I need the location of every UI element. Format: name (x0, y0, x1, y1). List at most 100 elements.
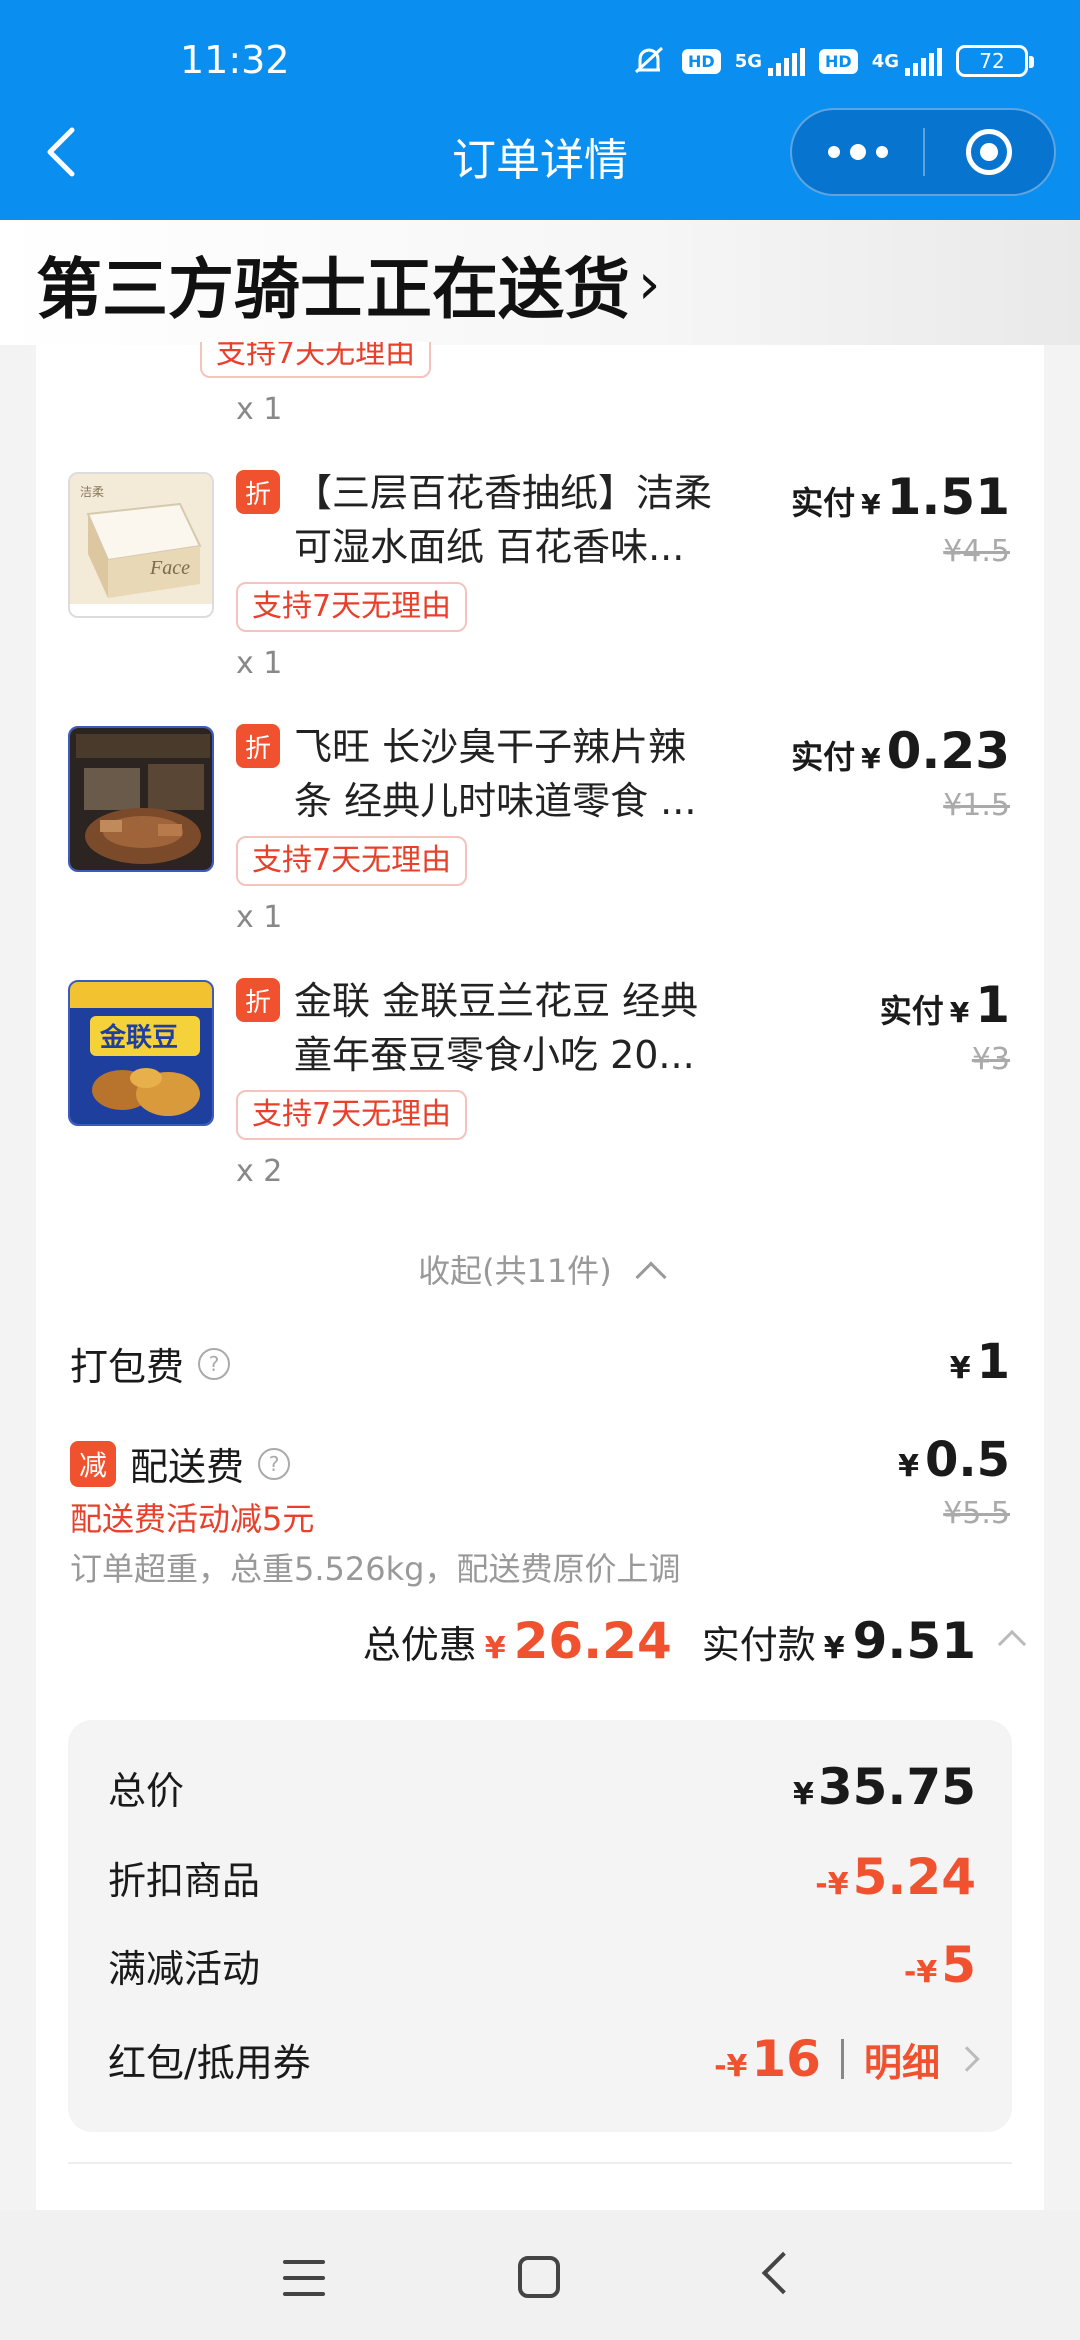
question-icon[interactable]: ? (198, 1347, 231, 1380)
question-icon[interactable]: ? (258, 1447, 291, 1480)
return-policy-tag: 支持7天无理由 (236, 836, 468, 886)
product-image-tissue[interactable]: Face 洁柔 (68, 472, 214, 618)
discount-badge: 折 (236, 724, 280, 768)
price-value: 1 (975, 976, 1010, 1034)
price-summary-box: 总价 ¥ 35.75 折扣商品 -¥ 5.24 满减活动 -¥ 5 红包/抵用券… (68, 1720, 1012, 2132)
svg-text:金联豆: 金联豆 (99, 1022, 178, 1053)
full-reduction-amount: -¥ 5 (904, 1936, 976, 1994)
status-icons: HD 5G HD 4G 72 (630, 36, 1034, 86)
item-quantity: x 1 (236, 646, 283, 681)
delivery-fee-row: 减 配送费 ? (70, 1436, 291, 1491)
total-discount-label: 总优惠 (362, 1623, 477, 1667)
discount-badge: 折 (236, 978, 280, 1022)
product-title[interactable]: 金联 金联豆兰花豆 经典童年蚕豆零食小吃 20... (294, 974, 724, 1082)
currency-symbol: -¥ (903, 1955, 938, 1990)
packing-fee-amount: ¥ 1 (950, 1334, 1010, 1390)
original-price: ¥3 (971, 1042, 1010, 1077)
status-time: 11:32 (180, 38, 290, 82)
original-price: ¥4.5 (943, 534, 1010, 569)
summary-coupon-row: 红包/抵用券 -¥ 16 明细 (108, 2024, 980, 2094)
collapse-items-button[interactable]: 收起(共11件) (0, 1246, 1080, 1293)
hd-icon-2: HD (819, 48, 858, 74)
network-5g-label: 5G (734, 50, 763, 72)
currency-symbol: ¥ (949, 1351, 971, 1386)
network-4g-label: 4G (871, 50, 899, 72)
delivery-fee-label: 配送费 (130, 1445, 245, 1489)
paid-label: 实付 (879, 992, 944, 1030)
price-value: 0.23 (886, 722, 1010, 780)
signal-icon (768, 46, 806, 76)
reduction-badge: 减 (70, 1440, 116, 1487)
delivery-original-price: ¥5.5 (943, 1496, 1010, 1531)
packing-fee-row: 打包费 ? (70, 1336, 231, 1391)
back-icon[interactable] (761, 2251, 805, 2295)
home-icon[interactable] (518, 2256, 560, 2298)
summary-total-amount: ¥ 35.75 (793, 1758, 976, 1816)
product-title[interactable]: 【三层百花香抽纸】洁柔可湿水面纸 百花香味... (294, 466, 724, 574)
close-target-icon[interactable] (925, 108, 1054, 196)
delivery-fee-value: 0.5 (924, 1432, 1010, 1488)
item-quantity: x 1 (236, 900, 283, 935)
mute-bell-icon (635, 46, 664, 74)
paid-label: 实付 (791, 738, 856, 776)
packing-fee-value: 1 (976, 1334, 1010, 1390)
currency-symbol: ¥ (484, 1631, 506, 1666)
currency-symbol: -¥ (815, 1867, 849, 1902)
price-value: 1.51 (886, 468, 1010, 526)
system-nav-bar (0, 2210, 1080, 2340)
currency-symbol: ¥ (861, 488, 881, 521)
currency-symbol: -¥ (714, 2049, 748, 2084)
coupon-value: 16 (751, 2030, 821, 2088)
discount-items-label: 折扣商品 (108, 1858, 261, 1903)
chevron-right-icon[interactable] (954, 2046, 980, 2072)
return-policy-tag: 支持7天无理由 (236, 582, 468, 632)
return-policy-tag: 支持7天无理由 (236, 1090, 468, 1140)
product-image-spicy-snack[interactable] (68, 726, 214, 872)
chevron-up-icon (997, 1629, 1027, 1659)
coupon-detail-link[interactable]: 明细 (864, 2032, 940, 2087)
overweight-note: 订单超重，总重5.526kg，配送费原价上调 (70, 1550, 681, 1588)
paid-price: 实付 ¥ 0.23 (710, 722, 1010, 780)
full-reduction-label: 满减活动 (108, 1946, 261, 1991)
paid-total-value: 9.51 (852, 1612, 976, 1670)
order-status-title[interactable]: 第三方骑士正在送货 › (36, 236, 660, 332)
divider (840, 2039, 844, 2079)
currency-symbol: ¥ (792, 1777, 814, 1812)
totals-line[interactable]: 总优惠 ¥ 26.24 实付款 ¥ 9.51 (362, 1612, 1027, 1670)
menu-icon[interactable] (283, 2260, 325, 2296)
signal-icon-2 (905, 46, 942, 76)
original-price: ¥1.5 (943, 788, 1010, 823)
battery-icon: 72 (956, 45, 1034, 77)
chevron-right-icon: › (638, 251, 661, 317)
summary-total-row: 总价 ¥ 35.75 (108, 1752, 976, 1822)
currency-symbol: ¥ (823, 1631, 845, 1666)
discount-badge: 折 (236, 470, 280, 514)
chevron-up-icon (635, 1261, 667, 1293)
collapse-label: 收起(共11件) (418, 1252, 612, 1290)
divider (68, 2162, 1012, 2164)
more-dots-icon[interactable] (792, 108, 923, 196)
svg-text:洁柔: 洁柔 (80, 485, 104, 499)
currency-symbol: ¥ (949, 996, 970, 1029)
hd-icon: HD (682, 48, 721, 74)
item-quantity: x 1 (236, 392, 283, 427)
delivery-fee-amount: ¥ 0.5 (898, 1432, 1010, 1488)
total-discount-value: 26.24 (513, 1612, 672, 1670)
paid-total-label: 实付款 (701, 1623, 816, 1667)
summary-total-label: 总价 (108, 1768, 185, 1813)
coupon-label: 红包/抵用券 (108, 2040, 311, 2085)
svg-text:Face: Face (149, 557, 190, 579)
delivery-promo-note: 配送费活动减5元 (70, 1500, 315, 1538)
summary-full-reduction-row: 满减活动 -¥ 5 (108, 1930, 976, 2000)
item-quantity: x 2 (236, 1154, 283, 1189)
currency-symbol: ¥ (861, 742, 881, 775)
paid-price: 实付 ¥ 1 (710, 976, 1010, 1034)
discount-items-value: 5.24 (852, 1848, 976, 1906)
miniapp-capsule (790, 108, 1056, 196)
discount-items-amount: -¥ 5.24 (815, 1848, 976, 1906)
product-image-broad-beans[interactable]: 金联豆 (68, 980, 214, 1126)
battery-level: 72 (979, 49, 1005, 73)
summary-total-value: 35.75 (817, 1758, 976, 1816)
packing-fee-label: 打包费 (70, 1345, 185, 1389)
product-title[interactable]: 飞旺 长沙臭干子辣片辣条 经典儿时味道零食 ... (294, 720, 724, 828)
